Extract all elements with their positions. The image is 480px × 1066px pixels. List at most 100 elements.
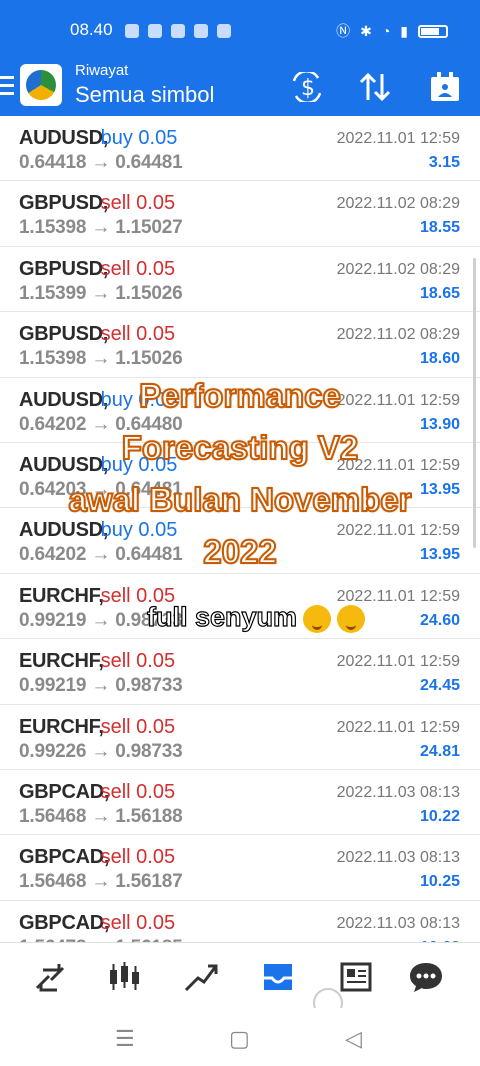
- back-icon[interactable]: ◁: [345, 1026, 362, 1052]
- overlay-caption: full senyum: [146, 601, 366, 633]
- messages-icon[interactable]: [406, 957, 446, 997]
- trade-symbol: EURCHF,: [19, 650, 104, 673]
- trade-prices: 0.64202 → 0.64480: [19, 413, 183, 435]
- trade-prices: 1.56468 → 1.56187: [19, 871, 183, 893]
- trade-prices: 0.99219 → 0.98733: [19, 675, 183, 697]
- trade-prices: 0.99226 → 0.98733: [19, 740, 183, 762]
- history-list[interactable]: AUDUSD, buy 0.05 0.64418 → 0.64481 2022.11.…: [0, 116, 480, 942]
- trade-symbol: GBPCAD,: [19, 911, 110, 934]
- status-time: 08.40: [70, 20, 113, 39]
- trade-prices: 1.15398 → 1.15027: [19, 217, 183, 239]
- overlay-caption-text: full senyum: [146, 601, 298, 632]
- trade-row[interactable]: AUDUSD, buy 0.05 0.64203 → 0.64481 2022.11.…: [0, 443, 480, 509]
- notification-icon: [148, 24, 162, 38]
- trade-row[interactable]: GBPUSD, sell 0.05 1.15398 → 1.15026 2022.11…: [0, 312, 480, 378]
- trade-profit: 10.22: [419, 807, 460, 825]
- trade-symbol: EURCHF,: [19, 584, 104, 607]
- trade-date: 2022.11.01 12:59: [336, 718, 460, 736]
- trade-prices: 1.15398 → 1.15026: [19, 348, 183, 370]
- trade-row[interactable]: GBPCAD,sell 0.051.56478 → 1.561852022.11…: [0, 901, 480, 942]
- trade-profit: 24.60: [419, 611, 460, 629]
- trade-prices: 1.56468 → 1.56188: [19, 805, 183, 827]
- trade-type: sell 0.05: [100, 192, 176, 215]
- trade-profit: 24.81: [419, 742, 460, 760]
- trade-type: buy 0.05: [100, 519, 178, 542]
- quotes-icon[interactable]: [30, 957, 70, 997]
- tiktok-icon: [171, 24, 185, 38]
- trade-profit: 3.15: [428, 154, 460, 171]
- wifi-icon: ◔: [381, 23, 391, 39]
- sort-icon[interactable]: [356, 68, 394, 106]
- trade-symbol: AUDUSD,: [19, 453, 109, 476]
- trade-type: sell 0.05: [100, 650, 176, 673]
- drooling-face-icon: [303, 604, 332, 633]
- scrollbar[interactable]: [473, 258, 476, 548]
- bottom-navigation: [0, 942, 480, 1008]
- trade-symbol: AUDUSD,: [19, 127, 109, 149]
- trade-type: sell 0.05: [100, 323, 176, 346]
- status-bar: 08.40 Ⓝ ✱ ◔ ▮: [0, 0, 480, 60]
- currency-filter-icon[interactable]: $: [288, 68, 326, 106]
- trade-type: buy 0.05: [100, 453, 178, 476]
- trade-icon[interactable]: [182, 957, 222, 997]
- trade-type: buy 0.05: [100, 388, 178, 411]
- trade-row[interactable]: AUDUSD, buy 0.05 0.64202 → 0.64481 2022.11.…: [0, 508, 480, 574]
- trade-row[interactable]: EURCHF, sell 0.05 0.99219 → 0.98733 2022.11…: [0, 639, 480, 705]
- trade-profit: 13.95: [419, 480, 460, 498]
- trade-row[interactable]: GBPCAD, sell 0.05 1.56468 → 1.56188 2022.11…: [0, 770, 480, 836]
- trade-row[interactable]: GBPUSD, sell 0.05 1.15398 → 1.15027 2022.11…: [0, 181, 480, 247]
- svg-text:$: $: [301, 76, 315, 101]
- history-icon[interactable]: [258, 957, 298, 997]
- trade-date: 2022.11.01 12:59: [336, 653, 460, 671]
- youtube-icon: [194, 24, 208, 38]
- toolbar-title[interactable]: Semua simbol: [75, 82, 214, 108]
- trade-date: 2022.11.01 12:59: [336, 522, 460, 540]
- trade-row[interactable]: AUDUSD, buy 0.05 0.64202 → 0.64480 2022.11.…: [0, 378, 480, 443]
- menu-icon[interactable]: [0, 76, 14, 100]
- drooling-face-icon: [337, 604, 366, 633]
- chart-icon[interactable]: [105, 957, 145, 997]
- calendar-icon[interactable]: [426, 68, 464, 106]
- system-status-icons: Ⓝ ✱ ◔ ▮: [336, 21, 448, 41]
- app-toolbar: Riwayat Semua simbol $: [0, 60, 480, 116]
- trade-type: sell 0.05: [100, 257, 176, 280]
- trade-prices: 0.64418 → 0.64481: [19, 152, 183, 173]
- trade-prices: 0.64203 → 0.64481: [19, 478, 183, 500]
- trade-type: sell 0.05: [100, 911, 176, 934]
- trade-profit: 24.45: [419, 677, 460, 695]
- trade-prices: 0.64202 → 0.64481: [19, 544, 183, 566]
- trade-date: 2022.11.02 08:29: [336, 195, 460, 213]
- system-navigation: ☰ ▢ ◁: [0, 1008, 480, 1066]
- trade-date: 2022.11.03 08:13: [336, 914, 460, 932]
- signal-icon: ▮: [400, 22, 408, 39]
- trade-profit: 18.65: [419, 284, 460, 302]
- app-logo: [20, 64, 62, 106]
- trade-profit: 18.55: [419, 219, 460, 237]
- home-icon[interactable]: ▢: [229, 1026, 250, 1052]
- news-icon[interactable]: [336, 957, 376, 997]
- toolbar-subtitle: Riwayat: [75, 62, 129, 79]
- trade-symbol: AUDUSD,: [19, 388, 109, 411]
- trade-profit: 10.25: [419, 873, 460, 891]
- trade-symbol: GBPUSD,: [19, 257, 109, 280]
- trade-profit: 18.60: [419, 350, 460, 368]
- trade-symbol: GBPCAD,: [19, 780, 110, 803]
- notification-icon: [125, 24, 139, 38]
- trade-row[interactable]: GBPUSD, sell 0.05 1.15399 → 1.15026 2022.11…: [0, 247, 480, 313]
- trade-symbol: GBPUSD,: [19, 323, 109, 346]
- trade-type: buy 0.05: [100, 127, 178, 149]
- trade-date: 2022.11.01 12:59: [336, 130, 460, 147]
- trade-date: 2022.11.02 08:29: [336, 260, 460, 278]
- notification-icons: [125, 24, 231, 38]
- bluetooth-icon: ✱: [360, 22, 372, 39]
- battery-icon: [418, 24, 448, 38]
- trade-prices: 1.15399 → 1.15026: [19, 282, 183, 304]
- trade-profit: 13.90: [419, 415, 460, 433]
- trade-row[interactable]: EURCHF, sell 0.05 0.99226 → 0.98733 2022.11…: [0, 705, 480, 770]
- trade-profit: 13.95: [419, 546, 460, 564]
- trade-type: sell 0.05: [100, 846, 176, 869]
- notification-icon: [217, 24, 231, 38]
- trade-row[interactable]: GBPCAD, sell 0.05 1.56468 → 1.56187 2022.11…: [0, 835, 480, 901]
- recents-icon[interactable]: ☰: [115, 1026, 135, 1052]
- trade-row[interactable]: AUDUSD, buy 0.05 0.64418 → 0.64481 2022.11.…: [0, 116, 480, 182]
